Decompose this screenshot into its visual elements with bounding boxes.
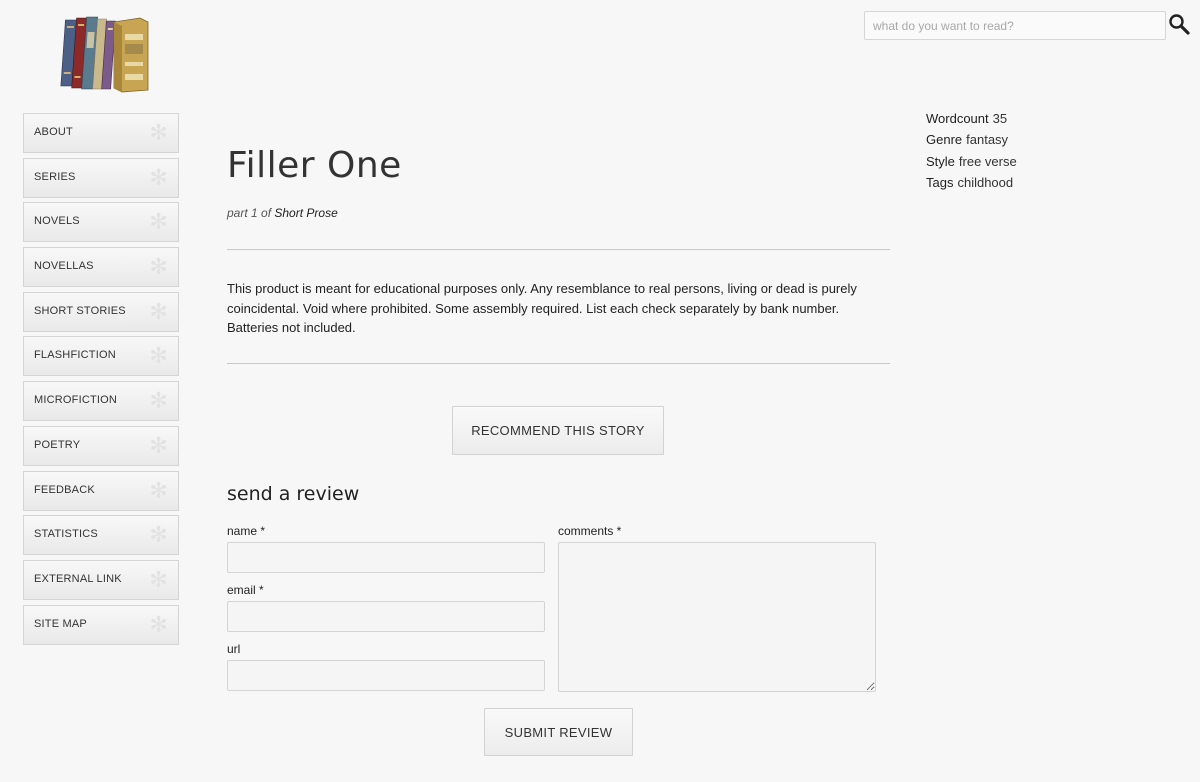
nav-item-label: SHORT STORIES — [34, 304, 126, 317]
meta-value[interactable]: childhood — [957, 175, 1013, 190]
asterisk-icon: ✻ — [149, 120, 168, 145]
story-subtitle: part 1 of Short Prose — [227, 206, 338, 220]
url-field[interactable] — [227, 660, 545, 691]
meta-label: Tags — [926, 174, 954, 190]
nav-item-about[interactable]: ABOUT ✻ — [23, 113, 179, 153]
nav-item-flashfiction[interactable]: FLASHFICTION ✻ — [23, 336, 179, 377]
nav-item-short-stories[interactable]: SHORT STORIES ✻ — [23, 291, 179, 332]
asterisk-icon: ✻ — [149, 298, 168, 324]
site-logo[interactable] — [56, 12, 152, 94]
story-meta: Wordcount 35 Genre fantasy Style free verse… — [926, 108, 1017, 193]
asterisk-icon: ✻ — [149, 477, 168, 503]
recommend-button[interactable]: RECOMMEND THIS STORY — [452, 406, 664, 455]
asterisk-icon: ✻ — [149, 522, 168, 548]
nav-item-label: SERIES — [34, 170, 76, 183]
email-field[interactable] — [227, 601, 545, 632]
nav-item-site-map[interactable]: SITE MAP ✻ — [23, 604, 179, 645]
meta-label: Wordcount — [926, 111, 989, 126]
part-prefix: part 1 of — [227, 206, 275, 220]
asterisk-icon: ✻ — [149, 254, 168, 280]
nav-item-label: ABOUT — [34, 126, 73, 138]
nav-item-poetry[interactable]: POETRY ✻ — [23, 425, 179, 466]
asterisk-icon: ✻ — [149, 566, 168, 592]
nav-item-series[interactable]: SERIES ✻ — [23, 157, 179, 198]
comments-field[interactable] — [558, 542, 876, 692]
nav-item-microfiction[interactable]: MICROFICTION ✻ — [23, 381, 179, 422]
nav-item-label: FLASHFICTION — [34, 349, 116, 362]
nav-item-label: STATISTICS — [34, 528, 98, 541]
name-field[interactable] — [227, 542, 545, 573]
name-label: name * — [227, 524, 266, 538]
nav-item-external-link[interactable]: EXTERNAL LINK ✻ — [23, 559, 179, 600]
nav-item-label: EXTERNAL LINK — [34, 572, 122, 585]
asterisk-icon: ✻ — [149, 164, 168, 190]
divider — [227, 249, 890, 250]
story-title: Filler One — [227, 145, 402, 186]
search-icon[interactable] — [1168, 13, 1190, 35]
asterisk-icon: ✻ — [149, 432, 168, 458]
nav-item-label: FEEDBACK — [34, 483, 95, 496]
nav-item-novellas[interactable]: NOVELLAS ✻ — [23, 247, 179, 288]
submit-review-button[interactable]: SUBMIT REVIEW — [484, 708, 633, 756]
meta-label: Style — [926, 153, 955, 169]
asterisk-icon: ✻ — [149, 388, 168, 414]
nav-item-label: SITE MAP — [34, 617, 87, 630]
comments-label: comments * — [558, 524, 622, 538]
url-label: url — [227, 642, 241, 656]
asterisk-icon: ✻ — [149, 209, 168, 235]
divider — [227, 363, 890, 364]
meta-value[interactable]: free verse — [959, 154, 1017, 169]
nav-item-statistics[interactable]: STATISTICS ✻ — [23, 515, 179, 556]
meta-style: Style free verse — [926, 151, 1017, 172]
review-heading: send a review — [227, 483, 360, 505]
email-label: email * — [227, 583, 264, 597]
meta-value: 35 — [992, 111, 1008, 126]
story-body: This product is meant for educational pu… — [227, 281, 857, 335]
nav-item-feedback[interactable]: FEEDBACK ✻ — [23, 470, 179, 511]
meta-value[interactable]: fantasy — [966, 132, 1008, 147]
meta-tags: Tags childhood — [926, 172, 1017, 193]
meta-wordcount: Wordcount 35 — [926, 108, 1017, 129]
search-input[interactable] — [864, 11, 1166, 40]
sidebar-nav: ABOUT ✻ SERIES ✻ NOVELS ✻ NOVELLAS ✻ SHORT S… — [23, 113, 179, 649]
nav-item-label: MICROFICTION — [34, 394, 118, 407]
nav-item-label: POETRY — [34, 438, 81, 451]
asterisk-icon: ✻ — [149, 343, 168, 369]
meta-genre: Genre fantasy — [926, 129, 1017, 150]
nav-item-label: NOVELLAS — [34, 260, 94, 273]
nav-item-novels[interactable]: NOVELS ✻ — [23, 202, 179, 243]
asterisk-icon: ✻ — [149, 611, 168, 637]
series-link[interactable]: Short Prose — [274, 206, 337, 220]
meta-label: Genre — [926, 132, 963, 148]
nav-item-label: NOVELS — [34, 215, 80, 228]
